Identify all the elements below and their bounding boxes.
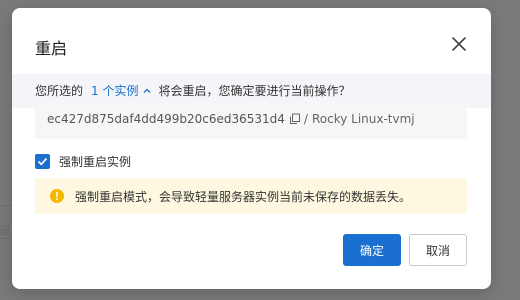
background-partial-text: 网 — [0, 224, 10, 238]
instance-count-link[interactable]: 1 个实例 — [91, 84, 138, 98]
copy-icon[interactable] — [289, 101, 301, 141]
force-restart-checkbox[interactable] — [35, 153, 50, 169]
instance-separator: / — [303, 112, 308, 126]
summary-prefix: 您所选的 — [35, 84, 84, 98]
instance-list-item: ec427d875daf4dd499b20c6ed36531d4 /Rocky L… — [35, 99, 467, 139]
confirm-button[interactable]: 确定 — [343, 234, 401, 266]
warning-icon — [50, 189, 64, 203]
force-restart-label[interactable]: 强制重启实例 — [59, 153, 131, 170]
force-restart-option: 强制重启实例 — [35, 153, 131, 169]
close-icon — [452, 37, 466, 51]
cancel-button[interactable]: 取消 — [409, 234, 467, 266]
close-button[interactable] — [450, 35, 468, 53]
warning-banner: 强制重启模式，会导致轻量服务器实例当前未保存的数据丢失。 — [35, 178, 467, 214]
warning-text: 强制重启模式，会导致轻量服务器实例当前未保存的数据丢失。 — [75, 189, 412, 204]
instance-id: ec427d875daf4dd499b20c6ed36531d4 — [47, 112, 285, 126]
summary-suffix: 将会重启，您确定要进行当前操作？ — [158, 84, 351, 98]
checkmark-icon — [37, 157, 48, 166]
restart-dialog: 重启 您所选的 1 个实例 将会重启，您确定要进行当前操作？ ec427d875da… — [12, 8, 491, 289]
instance-name: Rocky Linux-tvmj — [311, 112, 415, 126]
dialog-title: 重启 — [35, 39, 68, 58]
